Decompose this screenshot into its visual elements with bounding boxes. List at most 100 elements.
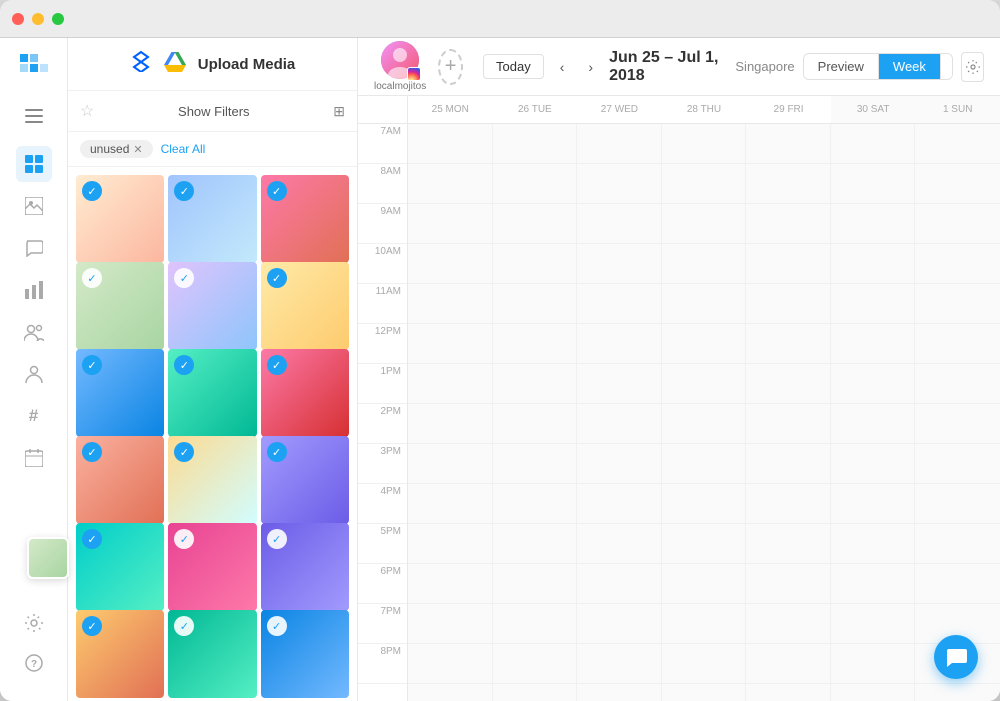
cell-1-9AM[interactable] [915, 204, 1000, 244]
cell-25-10AM[interactable] [408, 244, 492, 284]
next-week-button[interactable]: › [580, 53, 601, 81]
sidebar-item-chat[interactable] [16, 230, 52, 266]
thumb-check-icon[interactable]: ✓ [82, 268, 102, 288]
cell-28-11AM[interactable] [662, 284, 746, 324]
cell-30-7AM[interactable] [831, 124, 915, 164]
sidebar-item-team[interactable] [16, 356, 52, 392]
sidebar-item-grid[interactable] [16, 146, 52, 182]
thumb-check-icon[interactable]: ✓ [174, 355, 194, 375]
cell-25-8AM[interactable] [408, 164, 492, 204]
tag-remove-icon[interactable]: ✕ [133, 143, 142, 156]
media-thumb[interactable]: ✓ [168, 610, 256, 698]
media-thumb[interactable]: ✓ [261, 436, 349, 524]
cell-27-12PM[interactable] [577, 324, 661, 364]
media-thumb[interactable]: ✓ [76, 610, 164, 698]
cell-29-5PM[interactable] [746, 524, 830, 564]
cell-29-1PM[interactable] [746, 364, 830, 404]
preview-thumb[interactable] [27, 537, 69, 579]
maximize-button[interactable] [52, 13, 64, 25]
cell-27-9AM[interactable] [577, 204, 661, 244]
cell-25-9AM[interactable] [408, 204, 492, 244]
minimize-button[interactable] [32, 13, 44, 25]
cell-29-6PM[interactable] [746, 564, 830, 604]
chat-bubble-button[interactable] [934, 635, 978, 679]
cell-26-12PM[interactable] [493, 324, 577, 364]
cell-28-5PM[interactable] [662, 524, 746, 564]
media-thumb[interactable]: ✓ [76, 262, 164, 350]
month-view-button[interactable]: Month [941, 54, 953, 79]
media-thumb[interactable]: ✓ [261, 175, 349, 263]
logo[interactable] [16, 50, 52, 86]
clear-all-button[interactable]: Clear All [161, 142, 206, 156]
cell-27-8PM[interactable] [577, 644, 661, 684]
prev-week-button[interactable]: ‹ [552, 53, 573, 81]
cell-30-12PM[interactable] [831, 324, 915, 364]
cell-30-6PM[interactable] [831, 564, 915, 604]
thumb-check-icon[interactable]: ✓ [82, 529, 102, 549]
cell-28-8AM[interactable] [662, 164, 746, 204]
cell-30-11AM[interactable] [831, 284, 915, 324]
cell-1-7AM[interactable] [915, 124, 1000, 164]
cell-27-7AM[interactable] [577, 124, 661, 164]
thumb-check-icon[interactable]: ✓ [174, 442, 194, 462]
show-filters-label[interactable]: Show Filters [102, 104, 325, 119]
cell-26-1PM[interactable] [493, 364, 577, 404]
cell-1-11AM[interactable] [915, 284, 1000, 324]
media-thumb[interactable]: ✓ [261, 523, 349, 611]
thumb-check-icon[interactable]: ✓ [174, 181, 194, 201]
cell-28-12PM[interactable] [662, 324, 746, 364]
thumb-check-icon[interactable]: ✓ [267, 529, 287, 549]
cell-26-8PM[interactable] [493, 644, 577, 684]
thumb-check-icon[interactable]: ✓ [174, 529, 194, 549]
cell-29-11AM[interactable] [746, 284, 830, 324]
cell-29-3PM[interactable] [746, 444, 830, 484]
cell-27-7PM[interactable] [577, 604, 661, 644]
cell-27-11AM[interactable] [577, 284, 661, 324]
cell-26-5PM[interactable] [493, 524, 577, 564]
add-account-button[interactable]: + [438, 49, 463, 85]
cell-1-12PM[interactable] [915, 324, 1000, 364]
sidebar-item-schedule[interactable] [16, 440, 52, 476]
cell-28-4PM[interactable] [662, 484, 746, 524]
cell-28-6PM[interactable] [662, 564, 746, 604]
cell-29-8PM[interactable] [746, 644, 830, 684]
cell-27-5PM[interactable] [577, 524, 661, 564]
account-avatar[interactable] [381, 41, 419, 79]
preview-view-button[interactable]: Preview [804, 54, 879, 79]
settings-button[interactable] [16, 605, 52, 641]
sidebar-item-media[interactable] [16, 188, 52, 224]
thumb-check-icon[interactable]: ✓ [174, 616, 194, 636]
sidebar-item-hashtag[interactable]: # [16, 398, 52, 434]
cell-1-4PM[interactable] [915, 484, 1000, 524]
week-view-button[interactable]: Week [879, 54, 941, 79]
cell-30-3PM[interactable] [831, 444, 915, 484]
cell-27-6PM[interactable] [577, 564, 661, 604]
cell-30-4PM[interactable] [831, 484, 915, 524]
cell-26-4PM[interactable] [493, 484, 577, 524]
cell-25-11AM[interactable] [408, 284, 492, 324]
thumb-check-icon[interactable]: ✓ [82, 355, 102, 375]
media-thumb[interactable]: ✓ [168, 436, 256, 524]
cell-26-2PM[interactable] [493, 404, 577, 444]
media-thumb[interactable]: ✓ [76, 436, 164, 524]
cell-26-7AM[interactable] [493, 124, 577, 164]
cell-28-7AM[interactable] [662, 124, 746, 164]
cell-26-8AM[interactable] [493, 164, 577, 204]
cell-27-10AM[interactable] [577, 244, 661, 284]
cell-28-2PM[interactable] [662, 404, 746, 444]
media-thumb[interactable]: ✓ [76, 349, 164, 437]
cell-30-8PM[interactable] [831, 644, 915, 684]
cell-25-4PM[interactable] [408, 484, 492, 524]
thumb-check-icon[interactable]: ✓ [267, 181, 287, 201]
cell-29-2PM[interactable] [746, 404, 830, 444]
filter-options-icon[interactable]: ⊞ [333, 103, 345, 120]
cell-25-2PM[interactable] [408, 404, 492, 444]
cell-1-10AM[interactable] [915, 244, 1000, 284]
unused-tag[interactable]: unused ✕ [80, 140, 153, 158]
today-button[interactable]: Today [483, 54, 544, 79]
cell-27-3PM[interactable] [577, 444, 661, 484]
cell-29-7PM[interactable] [746, 604, 830, 644]
cell-29-9AM[interactable] [746, 204, 830, 244]
media-thumb[interactable]: ✓ [76, 175, 164, 263]
cell-26-6PM[interactable] [493, 564, 577, 604]
